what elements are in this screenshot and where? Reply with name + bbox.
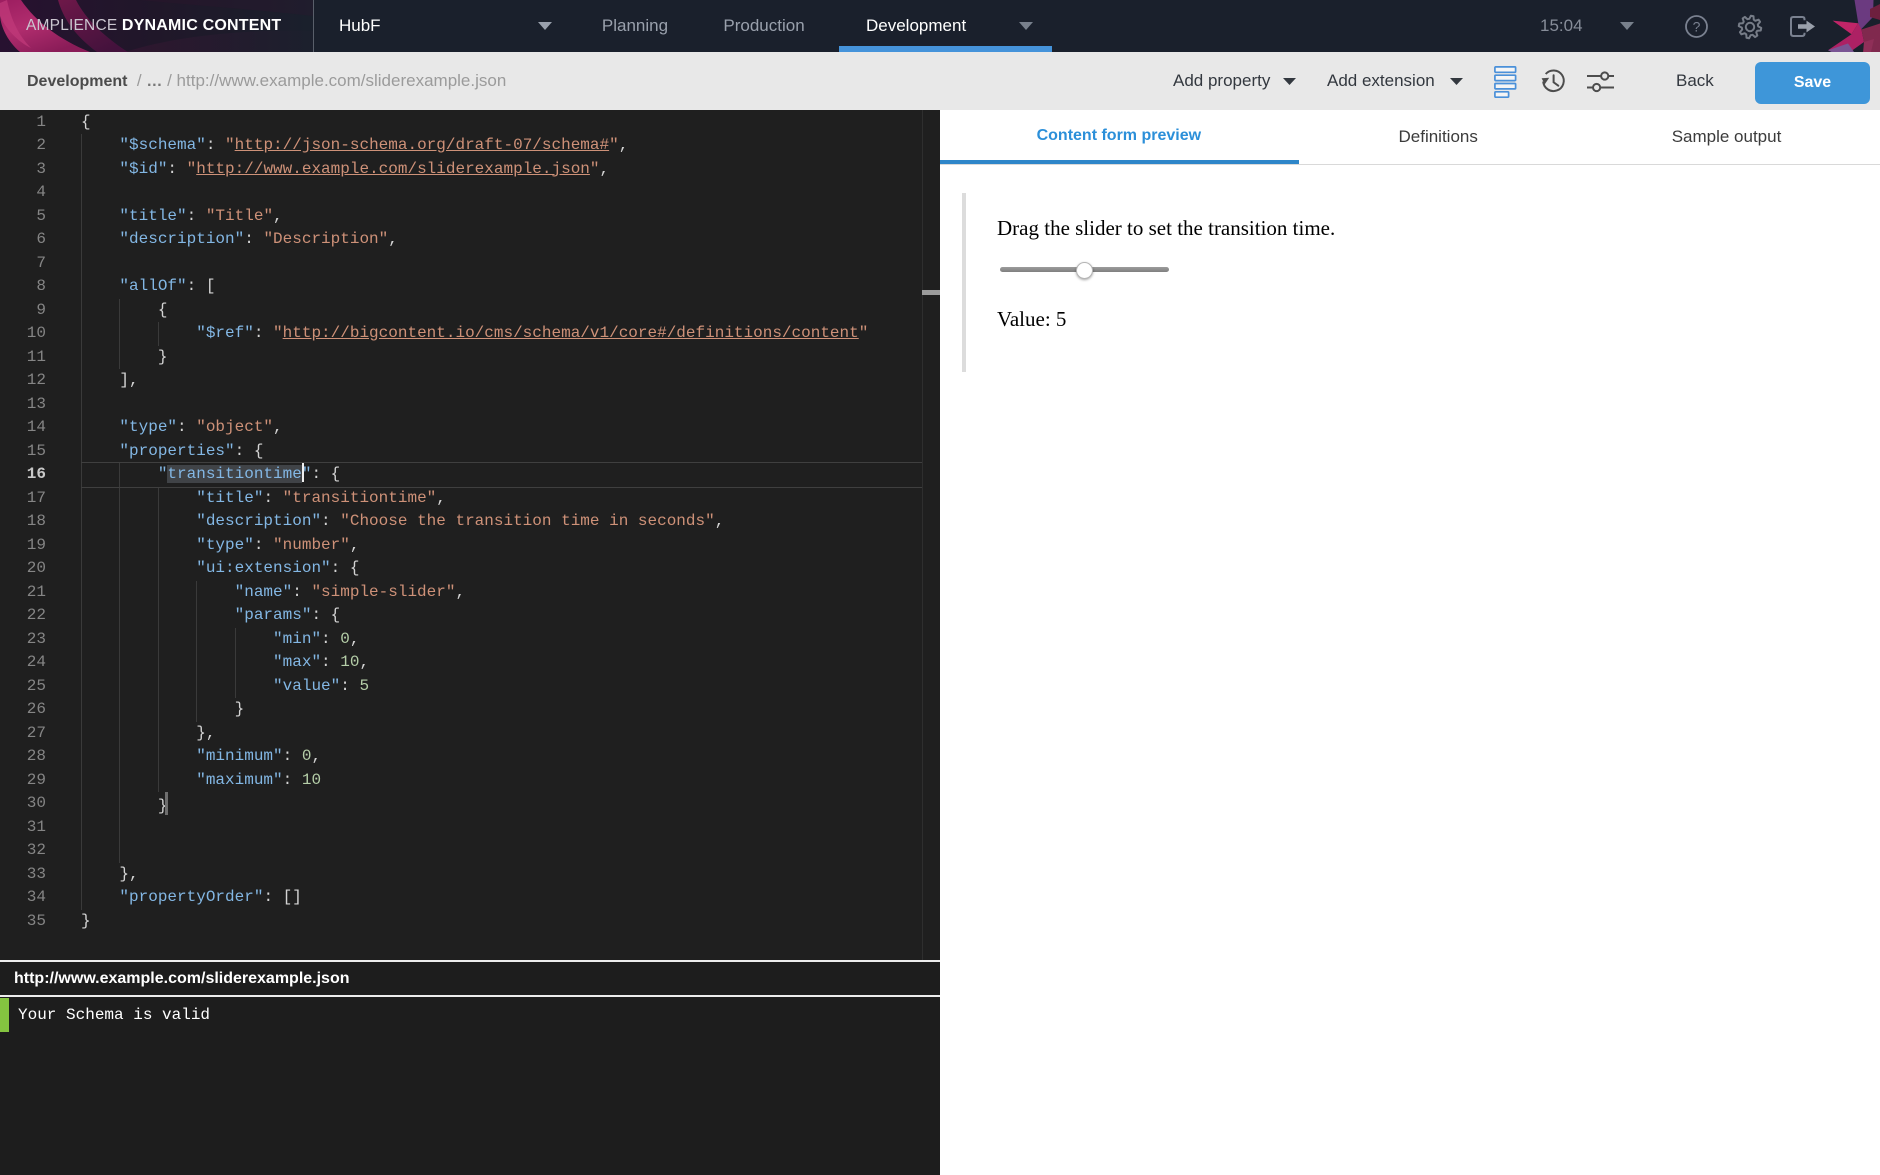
svg-text:?: ? xyxy=(1693,19,1701,35)
